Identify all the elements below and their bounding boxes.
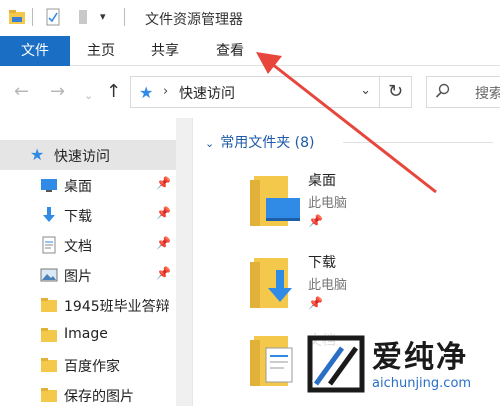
- pin-icon[interactable]: 📌: [156, 266, 171, 280]
- folder-tile-desktop[interactable]: 桌面 此电脑 📌: [248, 170, 498, 240]
- search-placeholder: 搜索: [475, 86, 500, 102]
- tile-location: 此电脑: [308, 278, 348, 293]
- sidebar-item-label: 保存的图片: [64, 389, 134, 405]
- tab-view[interactable]: 查看: [205, 36, 255, 66]
- sidebar-item-folder[interactable]: 1945班毕业答辩: [0, 290, 176, 320]
- back-arrow-icon[interactable]: ←: [14, 82, 29, 102]
- sidebar-item-label: 1945班毕业答辩: [64, 299, 170, 315]
- new-folder-icon[interactable]: [74, 8, 92, 26]
- sidebar-item-label: 快速访问: [54, 149, 110, 165]
- tile-location: 此电脑: [308, 196, 348, 211]
- window-title: 文件资源管理器: [145, 12, 243, 28]
- documents-folder-icon: [250, 336, 293, 386]
- sidebar-item-label: 桌面: [64, 179, 92, 195]
- folder-icon: [41, 328, 57, 342]
- sidebar-item-label: Image: [64, 326, 108, 342]
- document-icon: [42, 236, 56, 254]
- pin-icon[interactable]: 📌: [156, 206, 171, 220]
- pin-icon: 📌: [308, 296, 323, 310]
- tab-home[interactable]: 主页: [78, 36, 124, 66]
- watermark-name: 爱纯净: [372, 340, 468, 375]
- chevron-down-icon: ⌄: [205, 137, 215, 150]
- folder-icon: [41, 298, 57, 312]
- folder-tile-downloads[interactable]: 下载 此电脑 📌: [248, 252, 498, 322]
- folder-icon: [41, 388, 57, 402]
- sidebar-item-label: 百度作家: [64, 359, 120, 375]
- picture-icon: [40, 268, 58, 282]
- address-bar[interactable]: ★ › 快速访问 ⌄: [130, 76, 380, 108]
- tab-file[interactable]: 文件: [0, 36, 70, 66]
- sidebar-item-label: 下载: [64, 209, 92, 225]
- aichunjing-logo-icon: [307, 335, 365, 393]
- divider: [32, 8, 33, 26]
- chevron-down-icon[interactable]: ⌄: [360, 83, 371, 98]
- title-bar: ▾ 文件资源管理器: [0, 0, 500, 36]
- properties-icon[interactable]: [44, 8, 62, 26]
- sidebar-item-quick-access[interactable]: ★ 快速访问: [0, 140, 176, 170]
- folder-icon[interactable]: [8, 8, 26, 26]
- sidebar-item-desktop[interactable]: 桌面 📌: [0, 170, 176, 200]
- pin-icon[interactable]: 📌: [156, 176, 171, 190]
- recent-locations-icon[interactable]: ⌄: [84, 86, 93, 106]
- sidebar-scrollbar[interactable]: [176, 118, 192, 406]
- divider: [124, 8, 125, 26]
- ribbon-tabs: 文件 主页 共享 查看: [0, 36, 500, 66]
- sidebar-item-pictures[interactable]: 图片 📌: [0, 260, 176, 290]
- desktop-folder-icon: [250, 176, 300, 226]
- watermark-url: aichunjing.com: [372, 376, 472, 391]
- sidebar-item-downloads[interactable]: 下载 📌: [0, 200, 176, 230]
- sidebar-item-label: 文档: [64, 239, 92, 255]
- tile-name: 下载: [308, 255, 336, 271]
- sidebar-item-documents[interactable]: 文档 📌: [0, 230, 176, 260]
- customize-quick-access-icon[interactable]: ▾: [100, 10, 118, 28]
- pin-icon: 📌: [308, 214, 323, 228]
- forward-arrow-icon[interactable]: →: [50, 82, 65, 102]
- folder-icon: [41, 358, 57, 372]
- downloads-folder-icon: [250, 258, 292, 308]
- refresh-button[interactable]: ↻: [380, 76, 412, 108]
- download-icon: [43, 207, 55, 222]
- search-input[interactable]: 搜索: [426, 76, 500, 108]
- pin-icon[interactable]: 📌: [156, 236, 171, 250]
- sidebar-item-label: 图片: [64, 269, 92, 285]
- chevron-right-icon[interactable]: ›: [163, 84, 168, 99]
- star-icon: ★: [139, 83, 154, 102]
- tab-share[interactable]: 共享: [140, 36, 190, 66]
- sidebar-item-folder[interactable]: Image: [0, 320, 176, 350]
- sidebar-item-folder[interactable]: 保存的图片: [0, 380, 176, 406]
- group-divider: [343, 142, 493, 143]
- navigation-pane: ★ 快速访问 桌面 📌 下载 📌 文档 📌 图片 📌 1945班毕业答辩 Ima…: [0, 118, 192, 406]
- refresh-icon: ↻: [387, 81, 404, 102]
- desktop-icon: [41, 179, 57, 192]
- navigation-bar: ← → ⌄ ↑ ★ › 快速访问 ⌄ ↻ 搜索: [0, 66, 500, 118]
- sidebar-item-folder[interactable]: 百度作家: [0, 350, 176, 380]
- star-icon: ★: [30, 145, 45, 164]
- up-arrow-icon[interactable]: ↑: [106, 82, 121, 102]
- group-title: 常用文件夹 (8): [220, 135, 315, 151]
- watermark: 爱纯净 aichunjing.com: [302, 328, 500, 406]
- search-icon: [435, 83, 450, 98]
- tile-name: 桌面: [308, 173, 336, 189]
- group-header[interactable]: ⌄ 常用文件夹 (8): [205, 132, 315, 152]
- address-path: 快速访问: [179, 86, 235, 102]
